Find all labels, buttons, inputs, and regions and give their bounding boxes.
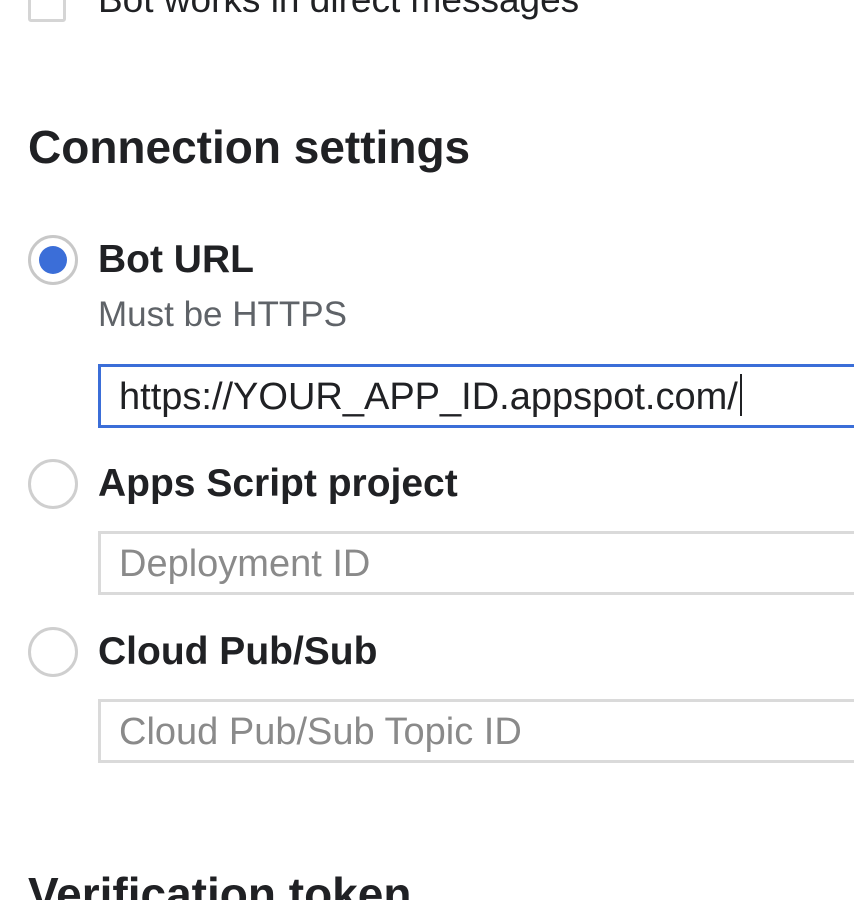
cloud-pubsub-label: Cloud Pub/Sub bbox=[98, 630, 378, 673]
bot-url-helper-text: Must be HTTPS bbox=[98, 295, 347, 334]
bot-configuration-page: Bot works in direct messages Connection … bbox=[0, 0, 854, 900]
verification-token-heading: Verification token bbox=[28, 868, 412, 900]
deployment-id-placeholder: Deployment ID bbox=[119, 543, 371, 585]
bot-url-label: Bot URL bbox=[98, 238, 254, 281]
bot-url-radio[interactable] bbox=[28, 235, 78, 285]
bot-url-input[interactable]: https://YOUR_APP_ID.appspot.com/ bbox=[98, 364, 854, 428]
deployment-id-input[interactable]: Deployment ID bbox=[98, 531, 854, 595]
apps-script-radio[interactable] bbox=[28, 459, 78, 509]
text-caret bbox=[739, 374, 742, 416]
bot-url-input-value[interactable]: https://YOUR_APP_ID.appspot.com/ bbox=[119, 373, 742, 421]
pubsub-topic-id-placeholder: Cloud Pub/Sub Topic ID bbox=[119, 711, 522, 753]
direct-messages-label: Bot works in direct messages bbox=[98, 0, 579, 22]
pubsub-topic-id-input[interactable]: Cloud Pub/Sub Topic ID bbox=[98, 699, 854, 763]
radio-selected-dot bbox=[39, 246, 67, 274]
direct-messages-checkbox[interactable] bbox=[28, 0, 66, 22]
cloud-pubsub-radio[interactable] bbox=[28, 627, 78, 677]
apps-script-label: Apps Script project bbox=[98, 462, 458, 505]
connection-settings-heading: Connection settings bbox=[28, 121, 471, 173]
